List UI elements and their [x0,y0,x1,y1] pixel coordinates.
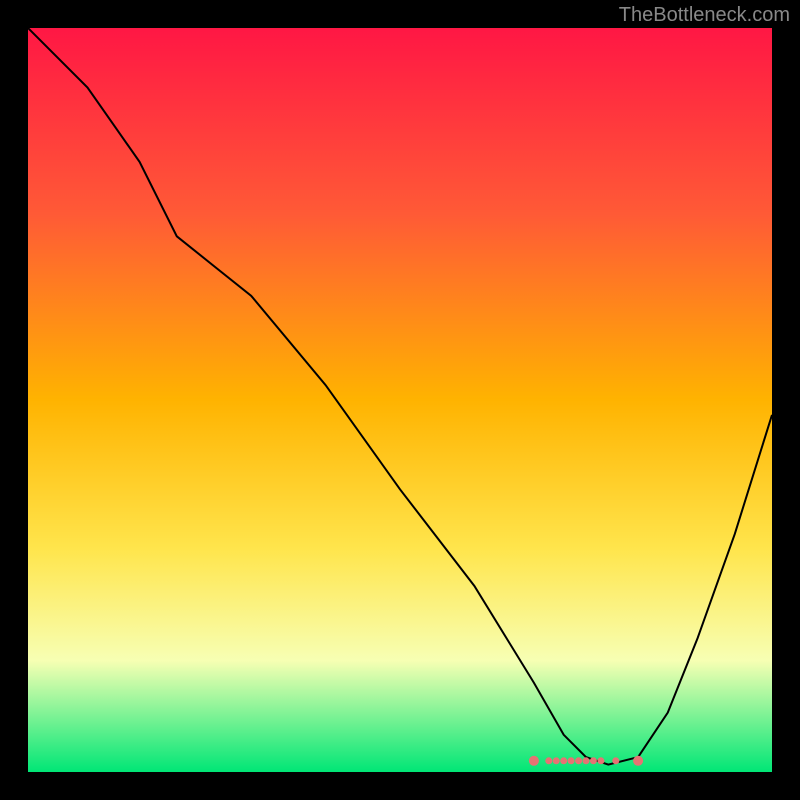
marker-point [575,757,582,764]
marker-point [583,757,590,764]
marker-point [597,757,604,764]
marker-point [568,757,575,764]
gradient-background [28,28,772,772]
marker-point [545,757,552,764]
marker-point [529,756,539,766]
marker-point [612,757,619,764]
marker-point [633,756,643,766]
marker-point [560,757,567,764]
watermark-text: TheBottleneck.com [619,4,790,27]
chart-plot [28,28,772,772]
marker-point [590,757,597,764]
marker-point [553,757,560,764]
